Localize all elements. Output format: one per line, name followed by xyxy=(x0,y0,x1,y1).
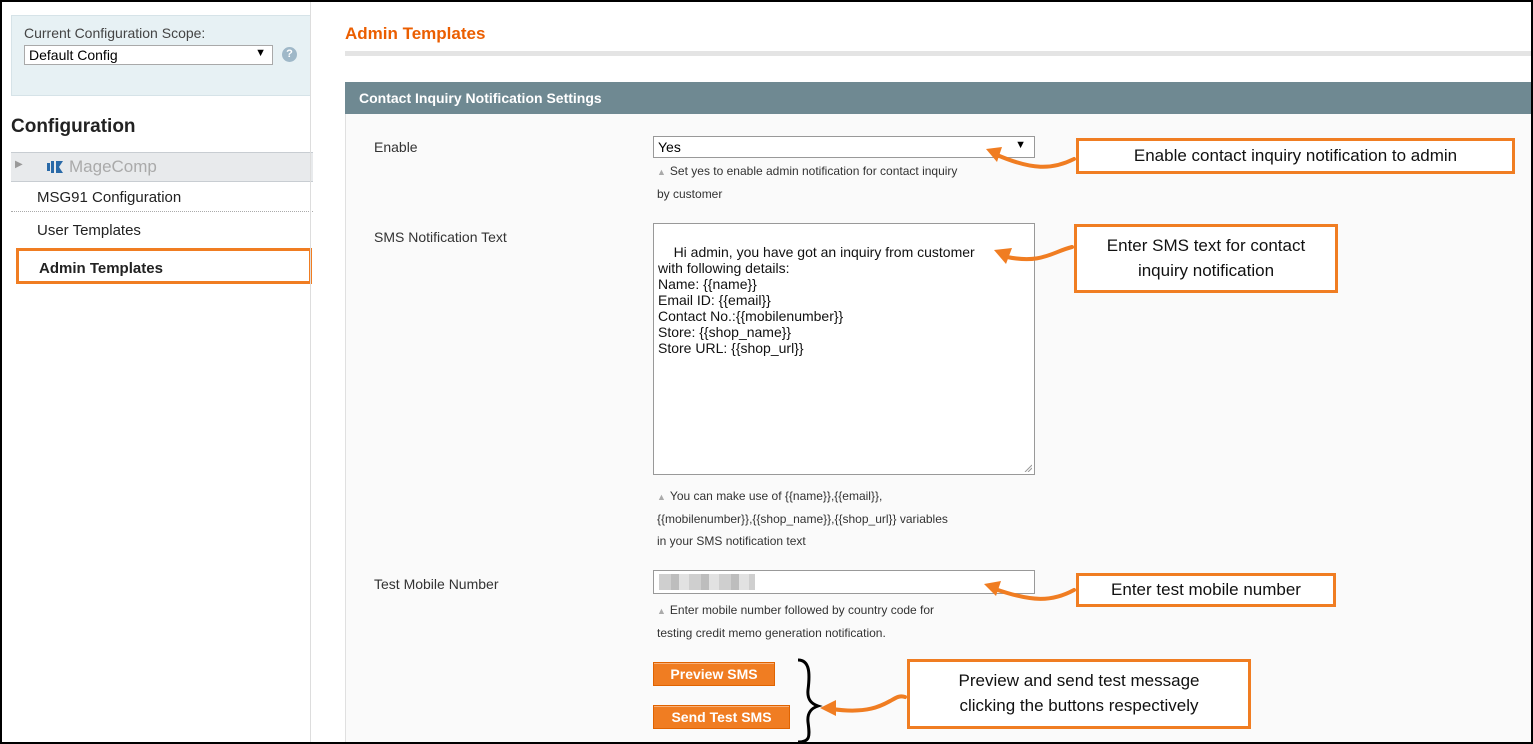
enable-note-line2: by customer xyxy=(657,187,723,201)
note-arrow-icon: ▲ xyxy=(657,492,666,502)
callout-sms-line2: inquiry notification xyxy=(1137,261,1275,280)
sms-note: ▲ You can make use of {{name}},{{email}},… xyxy=(657,485,948,552)
title-divider xyxy=(345,51,1531,56)
resize-handle-icon[interactable] xyxy=(1024,464,1032,472)
sidebar-group-magecomp[interactable]: ▶ MageComp xyxy=(11,152,313,182)
enable-note-line1: Set yes to enable admin notification for… xyxy=(669,164,958,178)
enable-label: Enable xyxy=(374,139,418,155)
scope-select[interactable]: Default Config ▼ xyxy=(24,45,273,65)
sms-text-value: Hi admin, you have got an inquiry from c… xyxy=(658,244,975,356)
sms-note-line1: You can make use of {{name}},{{email}}, xyxy=(669,489,883,503)
magecomp-brand-text: MageComp xyxy=(69,157,157,176)
scope-label: Current Configuration Scope: xyxy=(24,25,206,41)
help-icon[interactable]: ? xyxy=(282,47,297,62)
callout-preview-line1: Preview and send test message xyxy=(958,671,1200,690)
magecomp-logo-icon xyxy=(47,161,63,173)
sms-note-line3: in your SMS notification text xyxy=(657,534,806,548)
callout-preview-line2: clicking the buttons respectively xyxy=(959,696,1199,715)
test-mobile-note-line1: Enter mobile number followed by country … xyxy=(669,603,935,617)
screenshot-frame: Current Configuration Scope: Default Con… xyxy=(0,0,1533,744)
chevron-down-icon: ▼ xyxy=(255,47,266,59)
sms-note-line2: {{mobilenumber}},{{shop_name}},{{shop_ur… xyxy=(657,512,948,526)
preview-sms-button[interactable]: Preview SMS xyxy=(653,662,775,686)
note-arrow-icon: ▲ xyxy=(657,606,666,616)
enable-select[interactable]: Yes ▼ xyxy=(653,136,1035,158)
blurred-number xyxy=(659,574,755,590)
callout-preview-send: Preview and send test message clicking t… xyxy=(907,659,1251,729)
test-mobile-input[interactable] xyxy=(653,570,1035,594)
section-header[interactable]: Contact Inquiry Notification Settings xyxy=(345,82,1531,114)
sms-text-label: SMS Notification Text xyxy=(374,229,507,245)
page-title: Admin Templates xyxy=(345,24,486,43)
sms-text-textarea[interactable]: Hi admin, you have got an inquiry from c… xyxy=(653,223,1035,475)
enable-note: ▲ Set yes to enable admin notification fo… xyxy=(657,160,957,205)
sidebar: Current Configuration Scope: Default Con… xyxy=(4,4,313,742)
callout-test-number: Enter test mobile number xyxy=(1076,573,1336,607)
expand-arrow-icon: ▶ xyxy=(15,159,23,170)
callout-sms-text: Enter SMS text for contact inquiry notif… xyxy=(1074,224,1338,293)
callout-enable: Enable contact inquiry notification to a… xyxy=(1076,138,1515,174)
configuration-heading: Configuration xyxy=(11,116,136,137)
sidebar-item-admin-templates[interactable]: Admin Templates xyxy=(16,248,312,284)
callout-sms-line1: Enter SMS text for contact xyxy=(1106,236,1306,255)
scope-select-value: Default Config xyxy=(29,47,118,63)
chevron-down-icon: ▼ xyxy=(1015,139,1026,151)
sidebar-item-user-templates[interactable]: User Templates xyxy=(11,217,313,245)
send-test-sms-button[interactable]: Send Test SMS xyxy=(653,705,790,729)
enable-select-value: Yes xyxy=(658,139,681,155)
sidebar-item-msg91-configuration[interactable]: MSG91 Configuration xyxy=(11,182,313,212)
test-mobile-note: ▲ Enter mobile number followed by country… xyxy=(657,599,934,644)
test-mobile-note-line2: testing credit memo generation notificat… xyxy=(657,626,886,640)
note-arrow-icon: ▲ xyxy=(657,167,666,177)
sidebar-divider xyxy=(310,2,311,742)
test-mobile-label: Test Mobile Number xyxy=(374,576,499,592)
